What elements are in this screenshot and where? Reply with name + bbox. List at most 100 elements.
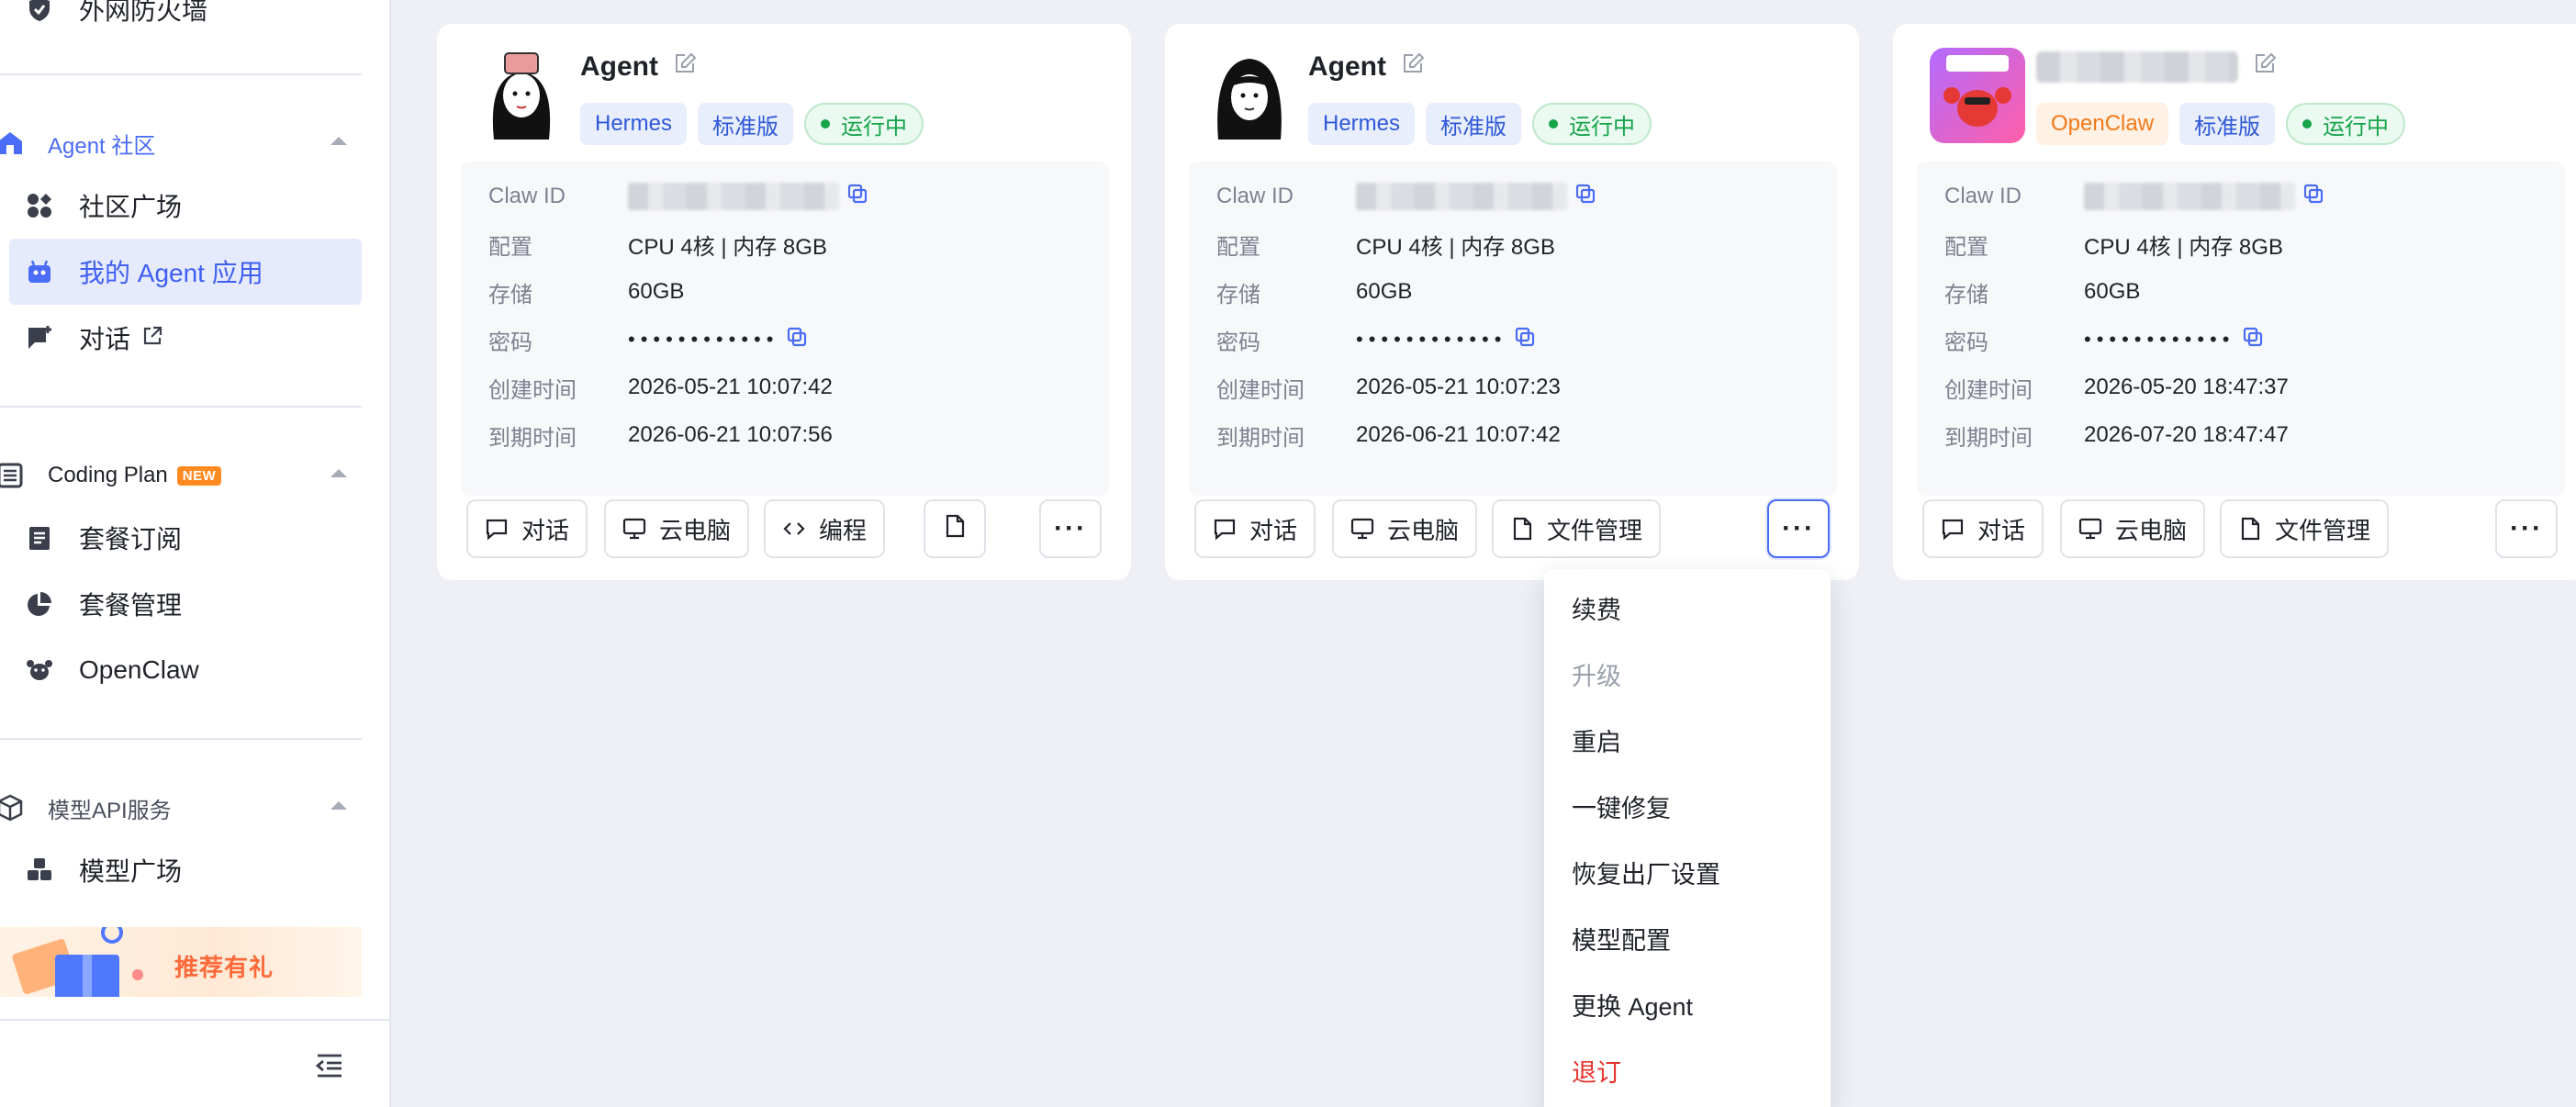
sidebar-item-label: 套餐订阅 <box>79 525 183 554</box>
status-dot-icon <box>2302 119 2313 129</box>
edit-icon[interactable] <box>1401 51 1425 83</box>
cloud-pc-button[interactable]: 云电脑 <box>2060 499 2206 558</box>
status-text: 运行中 <box>1569 114 1636 140</box>
copy-icon[interactable] <box>786 326 808 354</box>
config-label: 配置 <box>488 234 532 260</box>
expires-row: 到期时间 2026-07-20 18:47:47 <box>1944 417 2289 453</box>
created-row: 创建时间 2026-05-21 10:07:23 <box>1216 369 1561 406</box>
sidebar-item-label: 我的 Agent 应用 <box>79 259 263 287</box>
menu-item-unsubscribe[interactable]: 退订 <box>1572 1048 1621 1092</box>
menu-item-factory-reset[interactable]: 恢复出厂设置 <box>1572 850 1720 894</box>
chevron-up-icon[interactable] <box>330 469 347 477</box>
status-text: 运行中 <box>841 114 908 140</box>
expires-row: 到期时间 2026-06-21 10:07:42 <box>1216 417 1561 453</box>
expires-label: 到期时间 <box>1216 425 1305 451</box>
type-tag: Hermes <box>1308 103 1416 145</box>
card-actions: 对话 云电脑 文件管理 ··· <box>1194 499 1830 558</box>
copy-icon[interactable] <box>846 183 868 211</box>
agent-info-panel: Claw ID 配置 CPU 4核 | 内存 8GB 存储 60GB 密码 •••••… <box>461 162 1109 496</box>
config-label: 配置 <box>1944 234 1988 260</box>
more-button[interactable]: ··· <box>2495 499 2558 558</box>
created-value: 2026-05-21 10:07:23 <box>1356 375 1561 399</box>
cloud-pc-button[interactable]: 云电脑 <box>604 499 750 558</box>
more-button[interactable]: ··· <box>1039 499 1102 558</box>
copy-icon[interactable] <box>1514 326 1536 354</box>
card-actions: 对话 云电脑 文件管理 ··· <box>1922 499 2558 558</box>
sidebar-item-plan-manage[interactable]: 套餐管理 <box>9 571 362 637</box>
menu-item-change-agent[interactable]: 更换 Agent <box>1572 982 1693 1026</box>
file-manage-button[interactable]: 文件管理 <box>2220 499 2390 558</box>
file-icon <box>1510 517 1534 541</box>
sidebar-item-openclaw[interactable]: OpenClaw <box>9 637 362 703</box>
agent-name: Agent <box>580 51 697 83</box>
section-agent-community[interactable]: Agent 社区 <box>0 125 362 162</box>
chat-icon <box>1213 517 1237 541</box>
promo-banner[interactable]: 推荐有礼 <box>0 927 362 997</box>
sidebar-item-model-square[interactable]: 模型广场 <box>9 837 362 903</box>
sidebar-item-community-square[interactable]: 社区广场 <box>9 173 362 239</box>
storage-value: 60GB <box>628 279 685 304</box>
sidebar-item-firewall[interactable]: 外网防火墙 <box>9 0 362 42</box>
menu-item-model-config[interactable]: 模型配置 <box>1572 916 1671 960</box>
file-button[interactable] <box>924 499 986 558</box>
collapse-sidebar-icon[interactable] <box>314 1052 345 1079</box>
file-manage-button[interactable]: 文件管理 <box>1492 499 1662 558</box>
menu-item-upgrade[interactable]: 升级 <box>1572 652 1621 696</box>
password-label: 密码 <box>488 330 532 355</box>
sidebar-divider <box>0 738 362 740</box>
storage-label: 存储 <box>1216 282 1260 308</box>
code-button[interactable]: 编程 <box>764 499 886 558</box>
menu-item-renew[interactable]: 续费 <box>1572 586 1621 630</box>
config-value: CPU 4核 | 内存 8GB <box>1356 234 1555 260</box>
section-label: 模型API服务 <box>48 798 172 823</box>
agent-card: Agent Hermes 标准版 运行中 Claw ID 配置 CPU 4核 | … <box>1165 24 1859 580</box>
created-value: 2026-05-21 10:07:42 <box>628 375 833 399</box>
config-value: CPU 4核 | 内存 8GB <box>2084 234 2283 260</box>
agent-name-text: Agent <box>1308 51 1386 82</box>
chevron-up-icon[interactable] <box>330 137 347 145</box>
agent-info-panel: Claw ID 配置 CPU 4核 | 内存 8GB 存储 60GB 密码 •••••… <box>1189 162 1837 496</box>
type-tag: OpenClaw <box>2036 103 2169 145</box>
chat-button[interactable]: 对话 <box>1922 499 2044 558</box>
cubes-icon <box>24 855 55 886</box>
chat-icon <box>485 517 509 541</box>
list-icon <box>0 462 24 489</box>
chat-button-label: 对话 <box>1249 516 1298 544</box>
robot-icon <box>24 256 55 287</box>
edit-icon[interactable] <box>2253 51 2277 83</box>
menu-item-restart[interactable]: 重启 <box>1572 718 1621 762</box>
chevron-up-icon[interactable] <box>330 801 347 810</box>
menu-item-one-click-repair[interactable]: 一键修复 <box>1572 784 1671 828</box>
agent-info-panel: Claw ID 配置 CPU 4核 | 内存 8GB 存储 60GB 密码 •••••… <box>1917 162 2565 496</box>
shield-icon <box>24 0 55 25</box>
agent-card: Agent Hermes 标准版 运行中 Claw ID 配置 CPU 4核 | … <box>437 24 1131 580</box>
sidebar-divider <box>0 406 362 408</box>
claw-id-row: Claw ID <box>488 178 868 215</box>
password-row: 密码 •••••••••••• <box>1216 321 1536 358</box>
created-label: 创建时间 <box>1944 377 2033 403</box>
section-coding-plan[interactable]: Coding Plan NEW <box>0 457 362 494</box>
status-badge: 运行中 <box>804 103 924 145</box>
chat-button[interactable]: 对话 <box>1194 499 1316 558</box>
more-button[interactable]: ··· <box>1767 499 1830 558</box>
expires-value: 2026-06-21 10:07:56 <box>628 422 833 447</box>
cloud-pc-button-label: 云电脑 <box>659 516 732 544</box>
apps-icon <box>24 190 55 221</box>
sidebar-item-chat[interactable]: 对话 <box>9 305 362 371</box>
password-row: 密码 •••••••••••• <box>1944 321 2264 358</box>
copy-icon[interactable] <box>2242 326 2264 354</box>
sidebar-item-plan-subscribe[interactable]: 套餐订阅 <box>9 505 362 571</box>
section-label: Coding Plan <box>48 463 168 487</box>
agent-tags: OpenClaw 标准版 运行中 <box>2036 103 2406 145</box>
edit-icon[interactable] <box>673 51 697 83</box>
section-model-api[interactable]: 模型API服务 <box>0 789 362 826</box>
claw-id-row: Claw ID <box>1944 178 2324 215</box>
promo-label: 推荐有礼 <box>174 954 274 981</box>
sidebar-item-my-agent-apps[interactable]: 我的 Agent 应用 <box>9 239 362 305</box>
copy-icon[interactable] <box>2302 183 2324 211</box>
chat-button[interactable]: 对话 <box>466 499 588 558</box>
cloud-pc-button[interactable]: 云电脑 <box>1332 499 1478 558</box>
copy-icon[interactable] <box>1574 183 1596 211</box>
claw-id-value-redacted <box>2084 183 2295 210</box>
agent-name: Agent <box>1308 51 1425 83</box>
